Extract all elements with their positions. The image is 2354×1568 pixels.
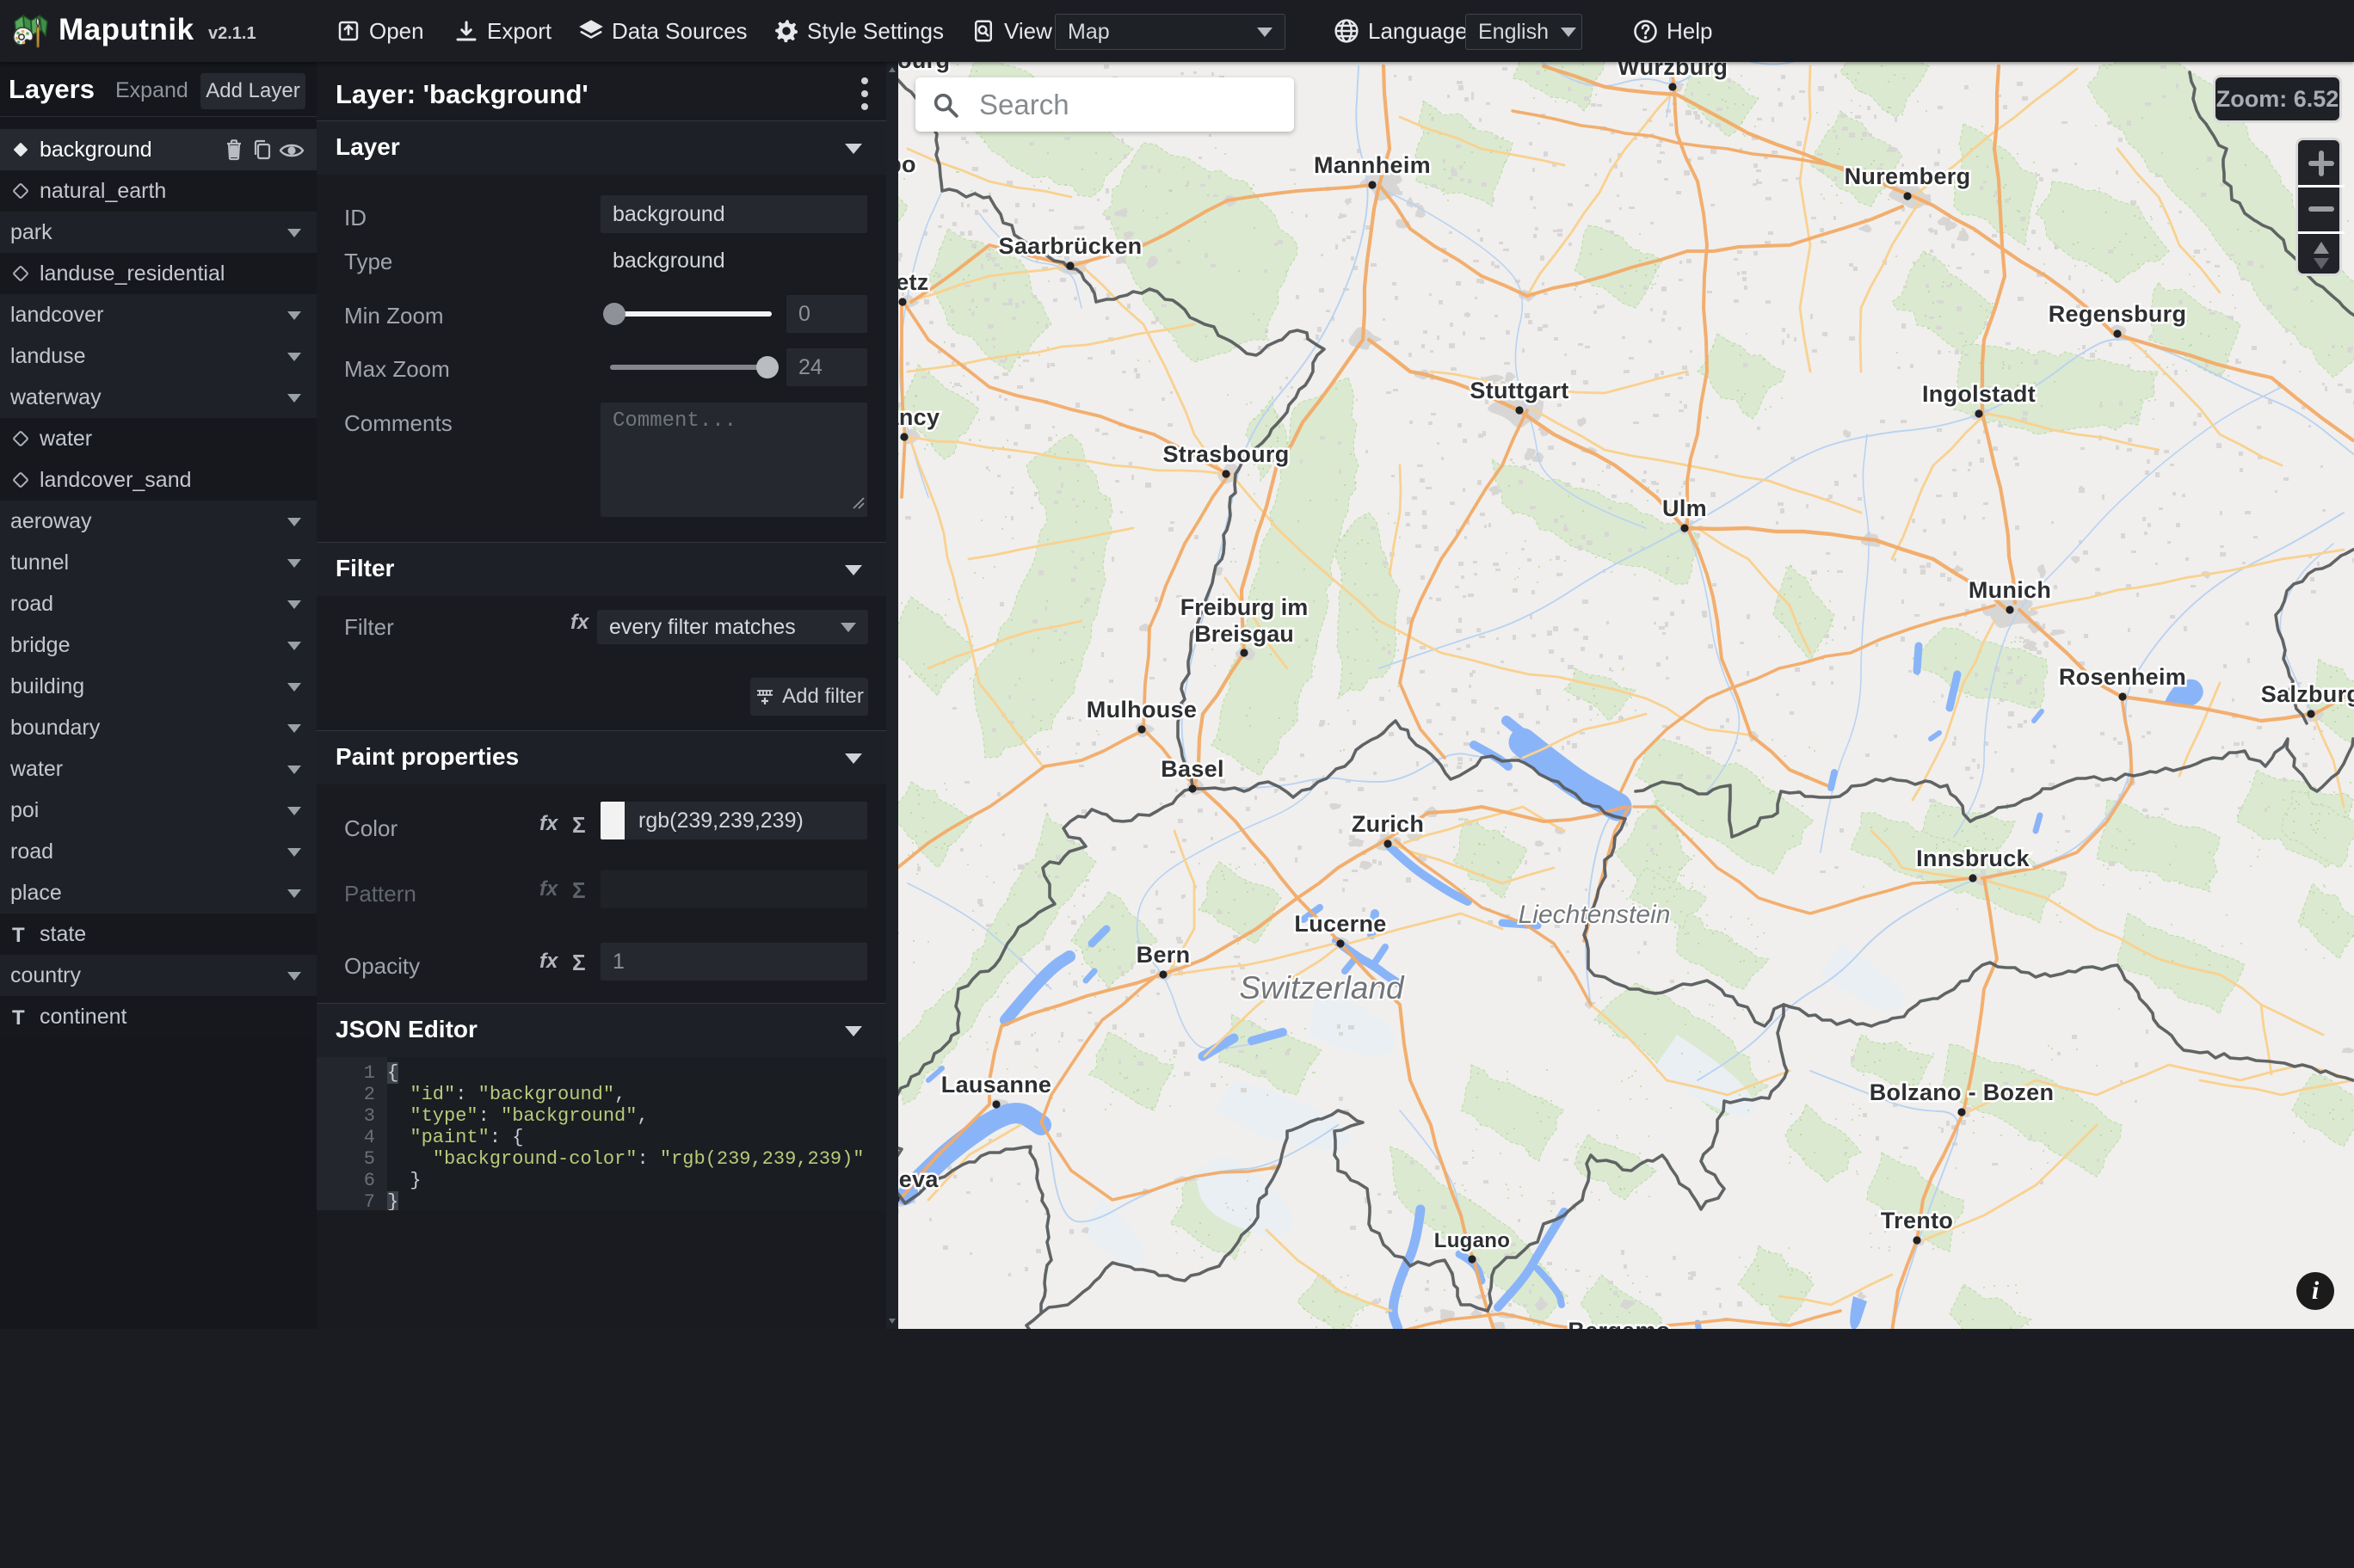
svg-text:Breisgau: Breisgau <box>1194 621 1294 647</box>
svg-text:Bern: Bern <box>1137 942 1191 968</box>
svg-text:Freiburg im: Freiburg im <box>1180 594 1309 620</box>
svg-text:Lucerne: Lucerne <box>1294 911 1386 937</box>
svg-text:Ingolstadt: Ingolstadt <box>1922 381 2036 407</box>
svg-text:Nuremberg: Nuremberg <box>1845 163 1971 189</box>
svg-text:Stuttgart: Stuttgart <box>1470 378 1568 403</box>
svg-text:Bolzano - Bozen: Bolzano - Bozen <box>1870 1079 2055 1105</box>
svg-text:Geneva: Geneva <box>898 1166 939 1192</box>
svg-text:Mulhouse: Mulhouse <box>1087 697 1197 723</box>
svg-text:Metz: Metz <box>898 269 929 295</box>
svg-text:Bergamo: Bergamo <box>1568 1318 1670 1329</box>
svg-text:Mannheim: Mannheim <box>1314 152 1431 178</box>
svg-text:Ulm: Ulm <box>1662 495 1707 521</box>
svg-text:Liechtenstein: Liechtenstein <box>1519 901 1671 929</box>
svg-text:Lausanne: Lausanne <box>941 1072 1051 1098</box>
svg-text:Basel: Basel <box>1161 756 1224 782</box>
svg-text:Regensburg: Regensburg <box>2049 301 2187 327</box>
svg-text:Rosenheim: Rosenheim <box>2059 664 2186 690</box>
svg-text:Nancy: Nancy <box>898 404 940 430</box>
svg-text:Lugano: Lugano <box>1434 1229 1510 1252</box>
svg-text:Saarbrücken: Saarbrücken <box>999 233 1143 259</box>
svg-text:Würzburg: Würzburg <box>1618 62 1728 80</box>
svg-text:Innsbruck: Innsbruck <box>1916 845 2030 871</box>
svg-text:Switzerland: Switzerland <box>1239 970 1405 1005</box>
svg-text:Trento: Trento <box>1881 1208 1953 1233</box>
svg-text:Zurich: Zurich <box>1352 811 1424 837</box>
svg-text:Luxembourg: Luxembourg <box>898 62 950 73</box>
svg-text:Salzburg: Salzburg <box>2261 681 2354 707</box>
svg-text:bo: bo <box>898 151 916 177</box>
svg-text:Munich: Munich <box>1969 577 2051 603</box>
svg-text:Strasbourg: Strasbourg <box>1162 441 1289 467</box>
